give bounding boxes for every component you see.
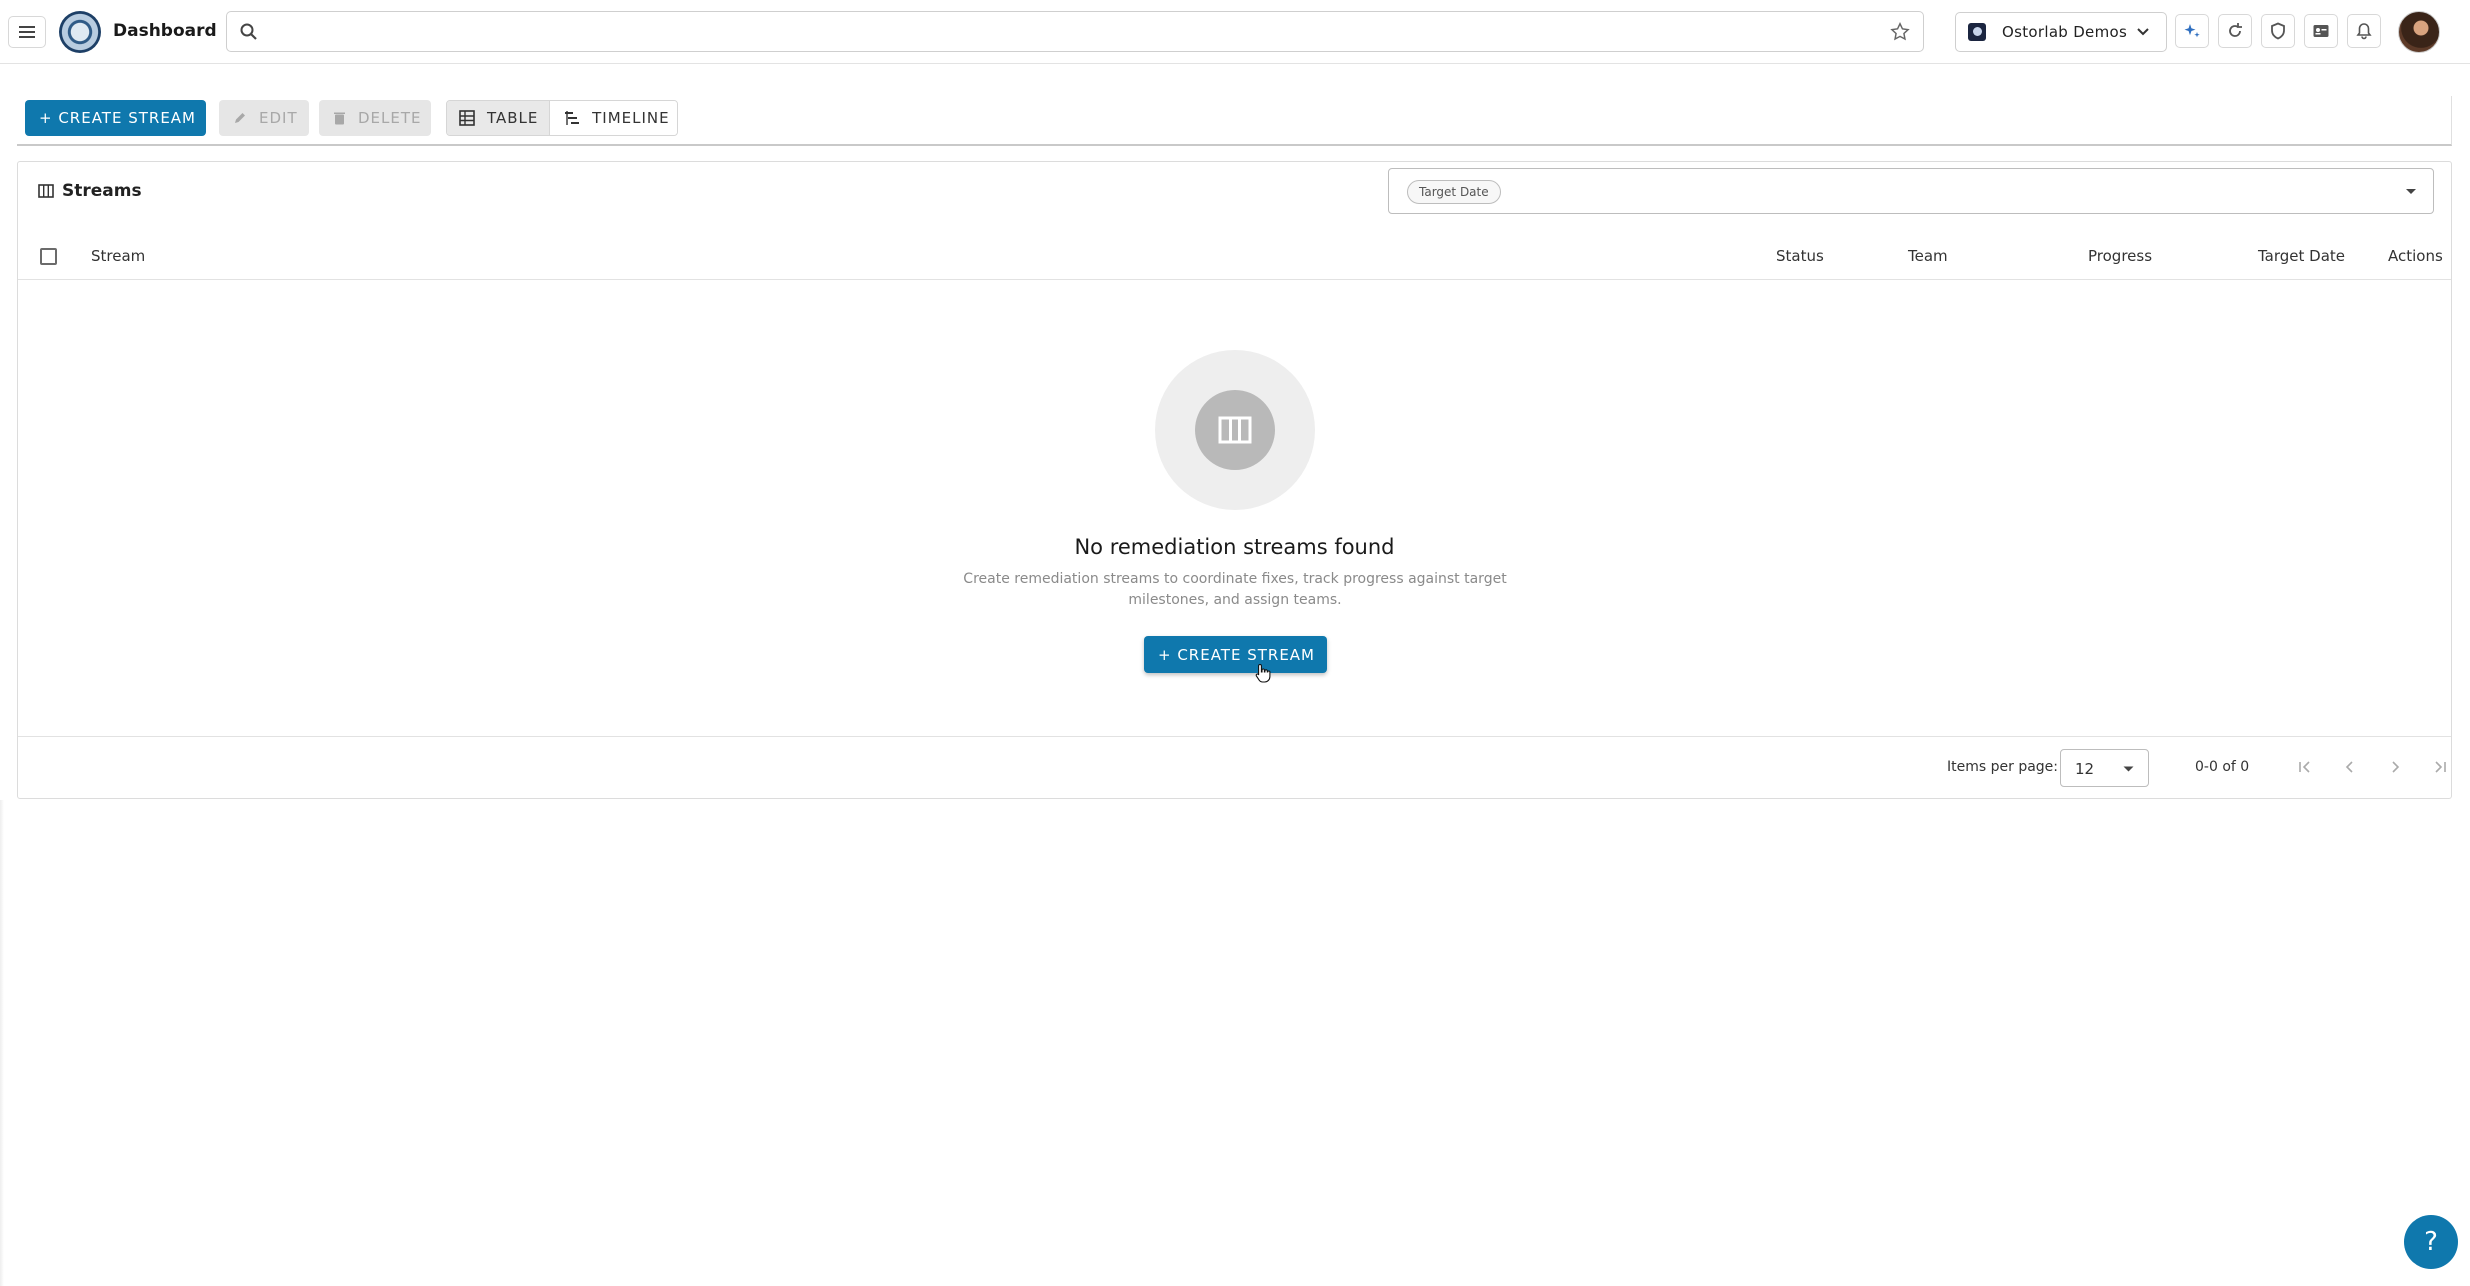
column-header-status[interactable]: Status [1776,247,1824,265]
refresh-icon [2229,23,2242,37]
column-header-target-date[interactable]: Target Date [2258,247,2345,265]
column-header-actions: Actions [2388,247,2443,265]
next-page-button[interactable] [2383,755,2407,779]
previous-page-button[interactable] [2338,755,2362,779]
columns-icon [38,184,54,198]
empty-state-title: No remediation streams found [1074,535,1395,559]
star-icon[interactable] [1889,21,1911,43]
menu-button[interactable] [8,16,46,48]
delete-label: DELETE [358,109,422,127]
hamburger-icon [19,26,35,38]
delete-button[interactable]: DELETE [319,100,431,136]
streams-card: Streams Target Date Stream Status Team P… [17,161,2452,799]
last-page-icon [2435,761,2446,773]
first-page-button[interactable] [2293,755,2317,779]
table-label: TABLE [487,109,539,127]
page-range-label: 0-0 of 0 [2195,759,2250,775]
edit-button[interactable]: EDIT [219,100,309,136]
edit-label: EDIT [259,109,298,127]
id-card-icon [2313,25,2329,37]
empty-state-illustration [1155,350,1315,510]
organization-select[interactable]: Ostorlab Demos [1955,12,2167,52]
filter-chip[interactable]: Target Date [1407,180,1501,204]
select-all-checkbox[interactable] [40,248,57,265]
sparkle-icon [2184,24,2200,38]
items-per-page-value: 12 [2075,760,2095,778]
left-edge-shade [0,800,4,1286]
columns-icon [1218,416,1252,444]
timeline-icon [565,111,580,125]
bell-icon [2356,23,2372,40]
organization-name: Ostorlab Demos [2002,23,2128,41]
shield-icon [2271,22,2285,40]
column-header-team[interactable]: Team [1908,247,1948,265]
user-avatar[interactable] [2398,11,2440,53]
chevron-right-icon [2392,761,2400,773]
timeline-view-toggle[interactable]: TIMELINE [550,101,677,135]
empty-state-description: Create remediation streams to coordinate… [963,571,1507,608]
table-icon [459,110,475,126]
chevron-down-icon [2137,28,2149,36]
empty-state-create-stream-button[interactable]: + CREATE STREAM [1144,636,1327,673]
page-title: Dashboard [113,21,217,41]
card-title: Streams [62,181,142,201]
pencil-icon [235,113,245,123]
timeline-label: TIMELINE [592,109,670,127]
streams-toolbar: + CREATE STREAM EDIT DELETE TABLE TIMELI… [17,96,2452,146]
search-input[interactable] [267,18,1867,46]
search-icon [240,23,257,40]
table-view-toggle[interactable]: TABLE [447,101,551,135]
security-button[interactable] [2261,14,2295,48]
column-header-progress[interactable]: Progress [2088,247,2152,265]
help-button[interactable]: ? [2404,1215,2458,1269]
first-page-icon [2299,761,2310,773]
contacts-button[interactable] [2304,14,2338,48]
organization-icon [1968,23,1986,41]
target-date-filter[interactable]: Target Date [1388,168,2434,214]
top-bar: Dashboard Ostorlab Demos [0,0,2470,64]
app-logo[interactable] [59,11,101,53]
trash-icon [334,112,345,125]
chevron-left-icon [2345,761,2353,773]
paginator: Items per page: 12 0-0 of 0 [18,736,2451,798]
refresh-button[interactable] [2218,14,2252,48]
items-per-page-select[interactable]: 12 [2060,749,2149,787]
search-bar[interactable] [226,11,1924,52]
create-stream-button[interactable]: + CREATE STREAM [25,100,206,136]
ai-assistant-button[interactable] [2175,14,2209,48]
view-toggle: TABLE TIMELINE [446,100,678,136]
dropdown-arrow-icon [2406,189,2416,194]
hand-cursor-icon [1255,663,1271,683]
dropdown-arrow-icon [2123,766,2134,772]
last-page-button[interactable] [2428,755,2452,779]
table-header: Stream Status Team Progress Target Date … [18,234,2451,280]
notifications-button[interactable] [2347,14,2381,48]
items-per-page-label: Items per page: [1947,759,2059,775]
column-header-stream[interactable]: Stream [91,247,145,265]
